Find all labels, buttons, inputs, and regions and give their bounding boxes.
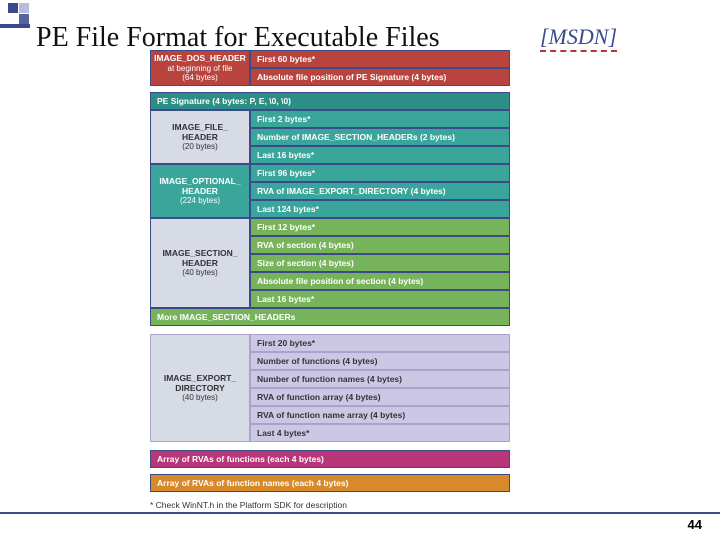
label-text2: HEADER	[182, 186, 218, 196]
pe-format-diagram: IMAGE_DOS_HEADER at beginning of file (6…	[150, 50, 510, 492]
page-number: 44	[688, 517, 702, 532]
export-directory-row: IMAGE_EXPORT_ DIRECTORY (40 bytes) First…	[150, 334, 510, 442]
fh-field-1: Number of IMAGE_SECTION_HEADERs (2 bytes…	[250, 128, 510, 146]
bottom-rule	[0, 512, 720, 514]
footnote: * Check WinNT.h in the Platform SDK for …	[150, 500, 347, 510]
label-text: IMAGE_DOS_HEADER	[154, 53, 246, 63]
dos-field-1: Absolute file position of PE Signature (…	[250, 68, 510, 86]
sh-field-0: First 12 bytes*	[250, 218, 510, 236]
top-strip	[0, 24, 30, 28]
function-name-array: Array of RVAs of function names (each 4 …	[150, 474, 510, 492]
fh-field-0: First 2 bytes*	[250, 110, 510, 128]
dos-header-row: IMAGE_DOS_HEADER at beginning of file (6…	[150, 50, 510, 86]
section-header-label: IMAGE_SECTION_ HEADER (40 bytes)	[150, 218, 250, 308]
label-text: IMAGE_FILE_	[172, 122, 228, 132]
label-text: IMAGE_SECTION_	[162, 248, 237, 258]
ed-field-1: Number of functions (4 bytes)	[250, 352, 510, 370]
sh-field-2: Size of section (4 bytes)	[250, 254, 510, 272]
ed-field-4: RVA of function name array (4 bytes)	[250, 406, 510, 424]
ed-field-5: Last 4 bytes*	[250, 424, 510, 442]
function-array: Array of RVAs of functions (each 4 bytes…	[150, 450, 510, 468]
label-sub: (224 bytes)	[180, 196, 220, 206]
more-section-headers: More IMAGE_SECTION_HEADERs	[150, 308, 510, 326]
sh-field-1: RVA of section (4 bytes)	[250, 236, 510, 254]
sh-field-3: Absolute file position of section (4 byt…	[250, 272, 510, 290]
oh-field-0: First 96 bytes*	[250, 164, 510, 182]
export-directory-label: IMAGE_EXPORT_ DIRECTORY (40 bytes)	[150, 334, 250, 442]
label-text2: HEADER	[182, 258, 218, 268]
label-sub: (40 bytes)	[182, 268, 218, 278]
label-text: IMAGE_EXPORT_	[164, 373, 236, 383]
fh-field-2: Last 16 bytes*	[250, 146, 510, 164]
file-header-row: IMAGE_FILE_ HEADER (20 bytes) First 2 by…	[150, 110, 510, 164]
label-sub: (20 bytes)	[182, 142, 218, 152]
dos-header-label: IMAGE_DOS_HEADER at beginning of file (6…	[150, 50, 250, 86]
label-text: IMAGE_OPTIONAL_	[159, 176, 240, 186]
optional-header-label: IMAGE_OPTIONAL_ HEADER (224 bytes)	[150, 164, 250, 218]
label-text2: DIRECTORY	[175, 383, 225, 393]
ed-field-2: Number of function names (4 bytes)	[250, 370, 510, 388]
file-header-label: IMAGE_FILE_ HEADER (20 bytes)	[150, 110, 250, 164]
ed-field-3: RVA of function array (4 bytes)	[250, 388, 510, 406]
oh-field-2: Last 124 bytes*	[250, 200, 510, 218]
label-sub2: (64 bytes)	[182, 73, 218, 83]
optional-header-row: IMAGE_OPTIONAL_ HEADER (224 bytes) First…	[150, 164, 510, 218]
label-sub: (40 bytes)	[182, 393, 218, 403]
citation-link[interactable]: [MSDN]	[540, 24, 617, 52]
label-text2: HEADER	[182, 132, 218, 142]
sh-field-4: Last 16 bytes*	[250, 290, 510, 308]
oh-field-1: RVA of IMAGE_EXPORT_DIRECTORY (4 bytes)	[250, 182, 510, 200]
pe-signature: PE Signature (4 bytes: P, E, \0, \0)	[150, 92, 510, 110]
label-sub1: at beginning of file	[168, 64, 233, 74]
ed-field-0: First 20 bytes*	[250, 334, 510, 352]
section-header-row: IMAGE_SECTION_ HEADER (40 bytes) First 1…	[150, 218, 510, 308]
dos-field-0: First 60 bytes*	[250, 50, 510, 68]
